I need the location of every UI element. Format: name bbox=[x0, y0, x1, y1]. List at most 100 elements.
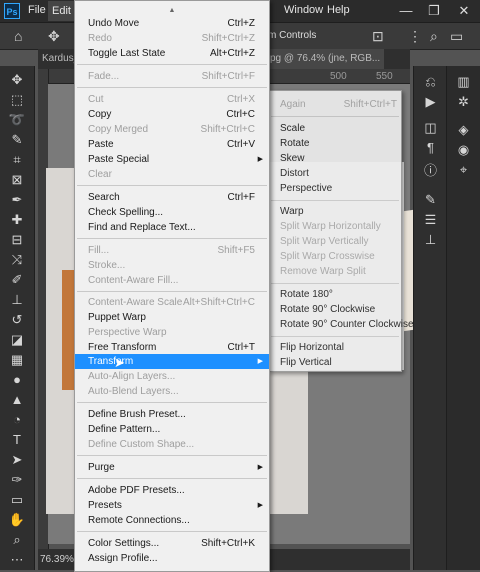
menu-item-define-pattern[interactable]: Define Pattern... bbox=[75, 422, 269, 437]
workspace-icon[interactable]: ▭ bbox=[450, 23, 463, 49]
quick-select-icon[interactable]: ✎ bbox=[0, 130, 34, 150]
align-icon[interactable]: ⋮ bbox=[408, 23, 422, 49]
info-icon[interactable]: ⓘ bbox=[414, 160, 447, 179]
move-tool-icon[interactable]: ✥ bbox=[0, 70, 34, 90]
submenu-rotate-90-cw[interactable]: Rotate 90° Clockwise bbox=[269, 302, 401, 317]
marquee-tool-icon[interactable]: ⬚ bbox=[0, 90, 34, 110]
hand-tool-icon[interactable]: ✋ bbox=[0, 510, 34, 530]
menu-edit[interactable]: Edit bbox=[48, 1, 75, 21]
menu-item-define-brush-preset[interactable]: Define Brush Preset... bbox=[75, 407, 269, 422]
eraser-icon[interactable]: ◪ bbox=[0, 330, 34, 350]
type-tool-icon[interactable]: T bbox=[0, 430, 34, 450]
submenu-flip-horizontal[interactable]: Flip Horizontal bbox=[269, 340, 401, 355]
menu-item-free-transform[interactable]: Free Transform Ctrl+T bbox=[75, 340, 269, 355]
minimize-button[interactable]: — bbox=[397, 2, 415, 20]
3d-mode-icon[interactable]: ⊡ bbox=[372, 23, 384, 49]
sharpen-tool-icon[interactable]: ▲ bbox=[0, 390, 34, 410]
content-move-icon[interactable]: ⤨ bbox=[0, 250, 34, 270]
menu-item-puppet-warp[interactable]: Puppet Warp bbox=[75, 310, 269, 325]
pen-tool-icon[interactable]: ✑ bbox=[0, 470, 34, 490]
submenu-remove-warp-split[interactable]: Remove Warp Split bbox=[269, 264, 401, 279]
frame-tool-icon[interactable]: ⊠ bbox=[0, 170, 34, 190]
menu-item-content-aware-scale[interactable]: Content-Aware Scale Alt+Shift+Ctrl+C bbox=[75, 295, 269, 310]
navigator-icon[interactable]: ✲ bbox=[447, 94, 480, 110]
channels-icon[interactable]: ◉ bbox=[447, 142, 480, 158]
menu-item-copy-merged[interactable]: Copy Merged Shift+Ctrl+C bbox=[75, 122, 269, 137]
clone-stamp-icon[interactable]: ⊥ bbox=[0, 290, 34, 310]
menu-item-assign-profile[interactable]: Assign Profile... bbox=[75, 551, 269, 566]
menu-item-redo[interactable]: Redo Shift+Ctrl+Z bbox=[75, 31, 269, 46]
menu-item-undo-move[interactable]: Undo Move Ctrl+Z bbox=[75, 16, 269, 31]
menu-item-content-aware-fill[interactable]: Content-Aware Fill... bbox=[75, 273, 269, 288]
menu-item-stroke[interactable]: Stroke... bbox=[75, 258, 269, 273]
document-tab-active[interactable]: pg @ 76.4% (jne, RGB... bbox=[266, 49, 385, 69]
menu-item-toggle-last-state[interactable]: Toggle Last State Alt+Ctrl+Z bbox=[75, 46, 269, 61]
menu-item-purge[interactable]: Purge ▶ bbox=[75, 460, 269, 475]
search-icon[interactable]: ⌕ bbox=[430, 23, 438, 49]
play-actions-icon[interactable]: ▶ bbox=[414, 94, 447, 110]
brush-settings-icon[interactable]: ✎ bbox=[414, 192, 447, 208]
lasso-tool-icon[interactable]: ➰ bbox=[0, 110, 34, 130]
layers-icon[interactable]: ◈ bbox=[447, 122, 480, 138]
menu-item-presets[interactable]: Presets ▶ bbox=[75, 498, 269, 513]
submenu-skew[interactable]: Skew bbox=[269, 151, 401, 166]
menu-item-fill[interactable]: Fill... Shift+F5 bbox=[75, 243, 269, 258]
more-tools-icon[interactable]: ⋯ bbox=[0, 550, 34, 570]
brush-tool-icon[interactable]: ✐ bbox=[0, 270, 34, 290]
menu-item-auto-blend-layers[interactable]: Auto-Blend Layers... bbox=[75, 384, 269, 399]
menu-item-check-spelling[interactable]: Check Spelling... bbox=[75, 205, 269, 220]
menu-file[interactable]: File bbox=[28, 4, 46, 16]
crop-tool-icon[interactable]: ⌗ bbox=[0, 150, 34, 170]
move-tool-icon[interactable]: ✥ bbox=[48, 23, 60, 49]
submenu-distort[interactable]: Distort bbox=[269, 166, 401, 181]
submenu-scale[interactable]: Scale bbox=[269, 121, 401, 136]
paragraph-icon[interactable]: ¶ bbox=[414, 140, 447, 155]
submenu-split-warp-horizontally[interactable]: Split Warp Horizontally bbox=[269, 219, 401, 234]
dodge-tool-icon[interactable]: ◔ bbox=[0, 410, 34, 430]
submenu-again[interactable]: Again Shift+Ctrl+T bbox=[269, 97, 401, 112]
menu-item-paste-special[interactable]: Paste Special ▶ bbox=[75, 152, 269, 167]
menu-item-fade[interactable]: Fade... Shift+Ctrl+F bbox=[75, 69, 269, 84]
close-button[interactable]: ✕ bbox=[455, 2, 473, 20]
menu-item-color-settings[interactable]: Color Settings... Shift+Ctrl+K bbox=[75, 536, 269, 551]
menu-item-define-custom-shape[interactable]: Define Custom Shape... bbox=[75, 437, 269, 452]
eyedropper-icon[interactable]: ✒ bbox=[0, 190, 34, 210]
properties-icon[interactable]: ☰ bbox=[414, 212, 447, 228]
submenu-rotate-180[interactable]: Rotate 180° bbox=[269, 287, 401, 302]
shape-tool-icon[interactable]: ▭ bbox=[0, 490, 34, 510]
adjustments-icon[interactable]: ◫ bbox=[414, 120, 447, 136]
paths-icon[interactable]: ⌖ bbox=[447, 162, 480, 178]
history-icon[interactable]: ⎌ bbox=[414, 74, 447, 90]
history-brush-icon[interactable]: ↺ bbox=[0, 310, 34, 330]
restore-button[interactable]: ❐ bbox=[425, 2, 443, 20]
menu-item-auto-align-layers[interactable]: Auto-Align Layers... bbox=[75, 369, 269, 384]
menu-window[interactable]: Window bbox=[284, 4, 323, 16]
clone-source-icon[interactable]: ⊥ bbox=[414, 232, 447, 248]
menu-item-transform[interactable]: Transform ▶ bbox=[75, 354, 269, 369]
color-panel-icon[interactable]: ▥ bbox=[447, 74, 480, 90]
home-icon[interactable]: ⌂ bbox=[14, 23, 22, 49]
menu-item-search[interactable]: Search Ctrl+F bbox=[75, 190, 269, 205]
menu-item-perspective-warp[interactable]: Perspective Warp bbox=[75, 325, 269, 340]
submenu-warp[interactable]: Warp bbox=[269, 204, 401, 219]
submenu-flip-vertical[interactable]: Flip Vertical bbox=[269, 355, 401, 370]
menu-item-paste[interactable]: Paste Ctrl+V bbox=[75, 137, 269, 152]
submenu-split-warp-vertically[interactable]: Split Warp Vertically bbox=[269, 234, 401, 249]
submenu-rotate[interactable]: Rotate bbox=[269, 136, 401, 151]
menu-item-cut[interactable]: Cut Ctrl+X bbox=[75, 92, 269, 107]
patch-tool-icon[interactable]: ⊟ bbox=[0, 230, 34, 250]
menu-help[interactable]: Help bbox=[327, 4, 350, 16]
gradient-icon[interactable]: ▦ bbox=[0, 350, 34, 370]
show-transform-controls-label[interactable]: m Controls bbox=[268, 30, 316, 41]
menu-item-find-replace[interactable]: Find and Replace Text... bbox=[75, 220, 269, 235]
menu-item-copy[interactable]: Copy Ctrl+C bbox=[75, 107, 269, 122]
submenu-split-warp-crosswise[interactable]: Split Warp Crosswise bbox=[269, 249, 401, 264]
zoom-tool-icon[interactable]: ⌕ bbox=[0, 530, 34, 550]
submenu-perspective[interactable]: Perspective bbox=[269, 181, 401, 196]
menu-item-adobe-pdf-presets[interactable]: Adobe PDF Presets... bbox=[75, 483, 269, 498]
menu-item-clear[interactable]: Clear bbox=[75, 167, 269, 182]
healing-brush-icon[interactable]: ✚ bbox=[0, 210, 34, 230]
submenu-rotate-90-ccw[interactable]: Rotate 90° Counter Clockwise bbox=[269, 317, 414, 332]
path-select-icon[interactable]: ➤ bbox=[0, 450, 34, 470]
menu-item-remote-connections[interactable]: Remote Connections... bbox=[75, 513, 269, 528]
